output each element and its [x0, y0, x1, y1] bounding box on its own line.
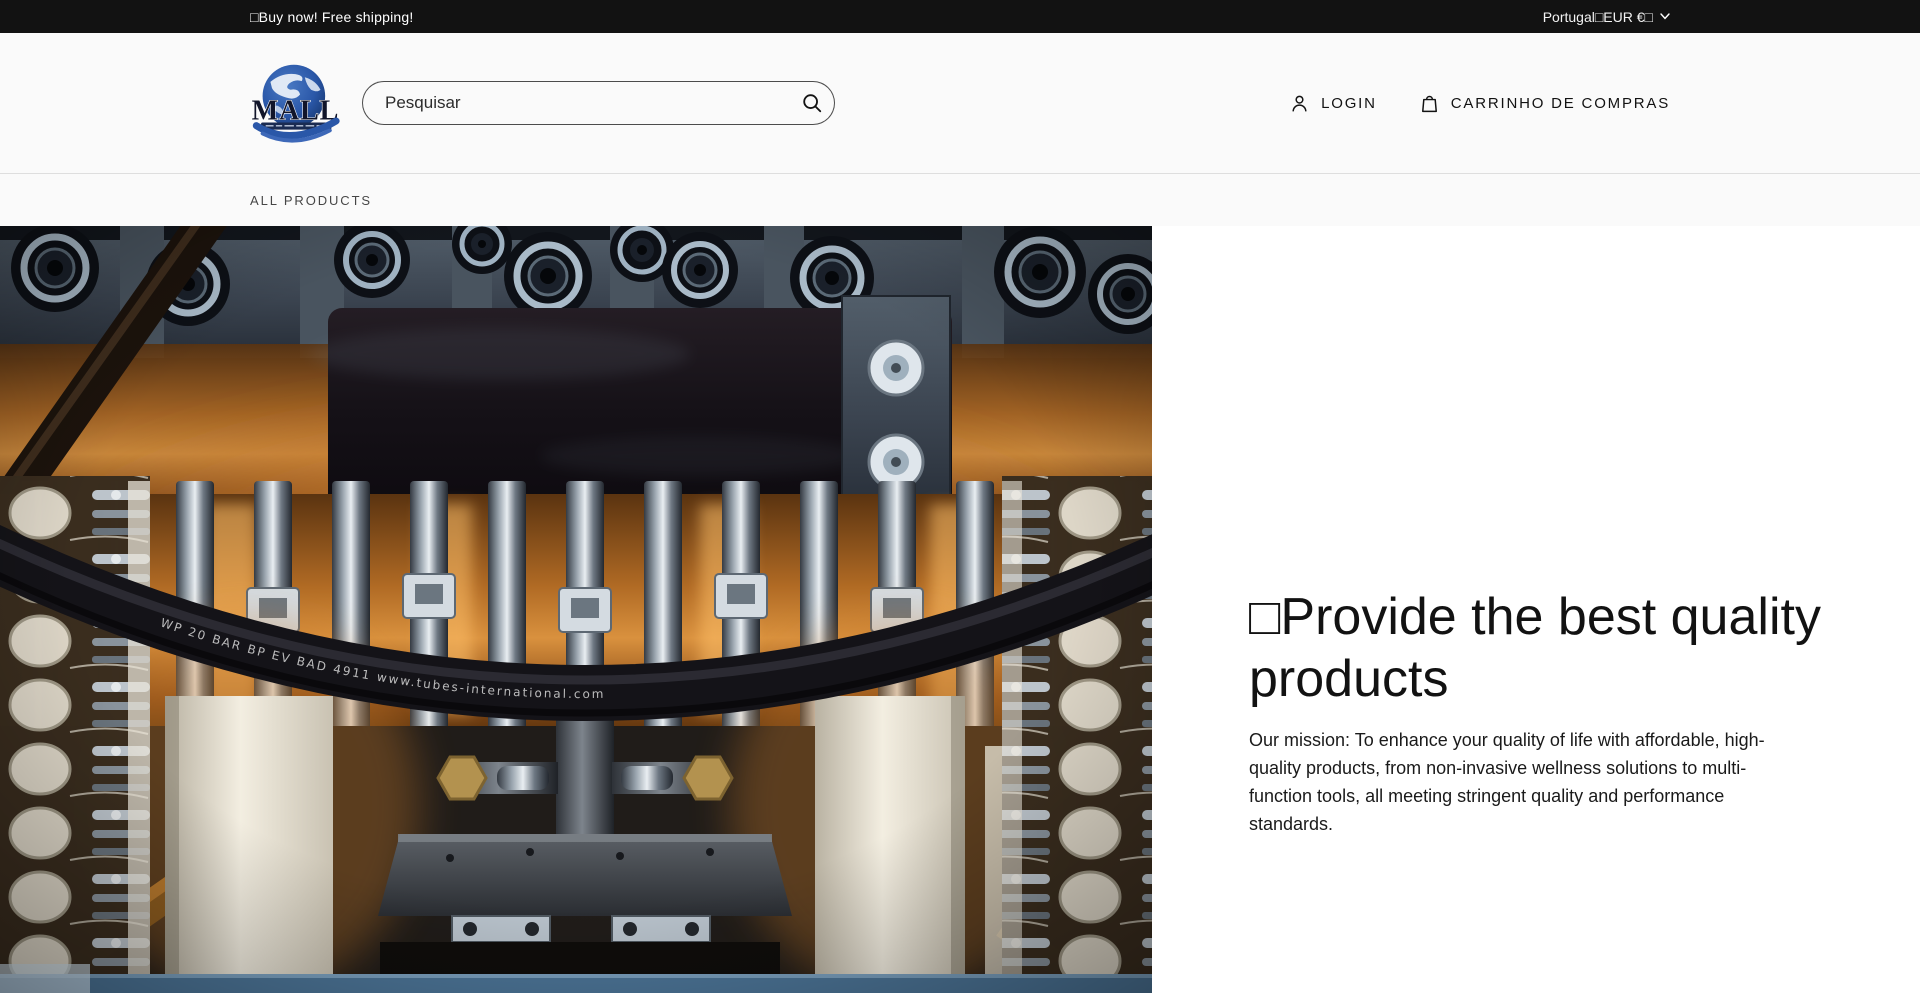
search-input[interactable] [362, 81, 835, 125]
chevron-down-icon [1660, 13, 1670, 20]
hero-body-line: quality products, from non-invasive well… [1249, 754, 1880, 782]
login-link[interactable]: LOGIN [1289, 93, 1377, 114]
globe-logo-icon: MALL [250, 60, 344, 146]
announcement-message: □Buy now! Free shipping! [250, 9, 413, 25]
search-bar [362, 81, 835, 125]
hero-heading-line-2: products [1249, 648, 1880, 710]
hero-image-illustration: WP 20 BAR BP EV BAD 4911 www.tubes-inter… [0, 226, 1152, 993]
hero-body-line: standards. [1249, 810, 1880, 838]
hero-image: WP 20 BAR BP EV BAD 4911 www.tubes-inter… [0, 226, 1152, 993]
main-navigation: ALL PRODUCTS [0, 174, 1920, 226]
cart-label: CARRINHO DE COMPRAS [1451, 95, 1670, 112]
hero-body-line: function tools, all meeting stringent qu… [1249, 782, 1880, 810]
login-label: LOGIN [1321, 95, 1377, 112]
locale-currency-selector[interactable]: Portugal□EUR €□ [1543, 9, 1670, 25]
hero-copy: □Provide the best quality products Our m… [1152, 226, 1920, 993]
shopping-bag-icon [1419, 93, 1440, 114]
hero-body-line: Our mission: To enhance your quality of … [1249, 726, 1880, 754]
cart-link[interactable]: CARRINHO DE COMPRAS [1419, 93, 1670, 114]
announcement-bar: □Buy now! Free shipping! Portugal□EUR €□ [0, 0, 1920, 33]
locale-currency-label: Portugal□EUR €□ [1543, 9, 1653, 25]
nav-item-all-products[interactable]: ALL PRODUCTS [250, 193, 372, 208]
search-button[interactable] [794, 85, 830, 121]
store-logo[interactable]: MALL [250, 60, 344, 146]
header-actions: LOGIN CARRINHO DE COMPRAS [1289, 93, 1670, 114]
person-icon [1289, 93, 1310, 114]
hero-section: WP 20 BAR BP EV BAD 4911 www.tubes-inter… [0, 226, 1920, 993]
logo-wordmark: MALL [252, 95, 340, 126]
hero-heading-line-1: □Provide the best quality [1249, 586, 1880, 648]
hero-body-text: Our mission: To enhance your quality of … [1249, 726, 1880, 838]
hero-heading: □Provide the best quality products [1249, 586, 1880, 710]
site-header: MALL [0, 33, 1920, 174]
search-icon [801, 92, 823, 114]
